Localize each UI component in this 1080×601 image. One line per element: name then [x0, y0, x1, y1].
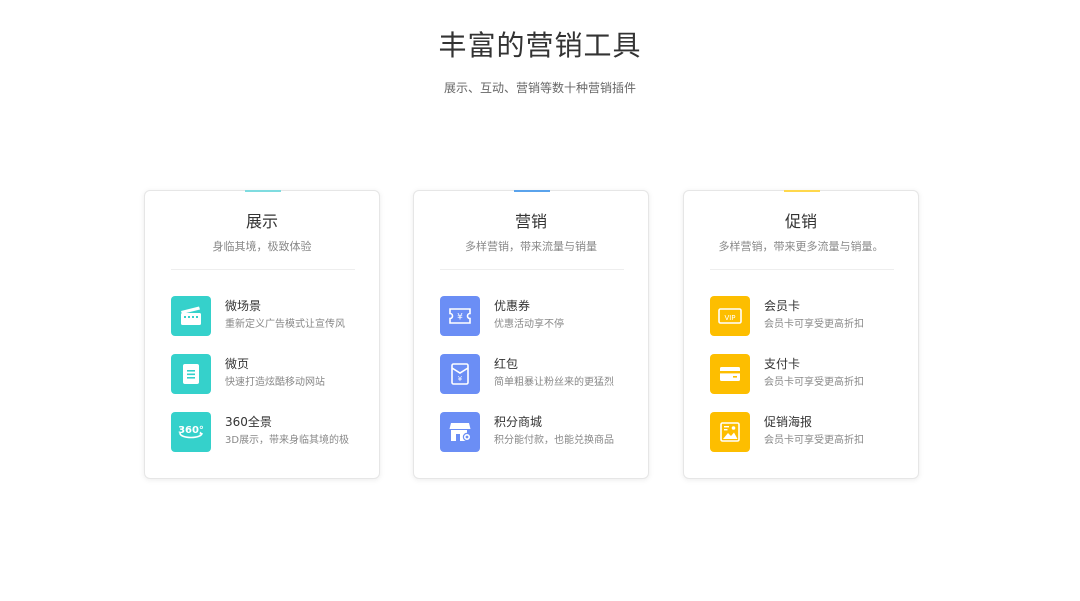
section-title: 丰富的营销工具 [438, 29, 642, 62]
svg-text:¥: ¥ [457, 313, 463, 323]
marketing-tools-section: 丰富的营销工具 展示、互动、营销等数十种营销插件 展示 身临其境，极致体验 微场… [0, 0, 1080, 601]
card-subtitle: 多样营销，带来更多流量与销量。 [718, 240, 884, 253]
feature-name: 会员卡 [764, 299, 801, 313]
vip-card-icon: VIP [710, 296, 750, 336]
svg-text:VIP: VIP [724, 314, 735, 322]
svg-text:¥: ¥ [458, 375, 463, 383]
divider [440, 269, 624, 270]
card-title: 展示 [245, 212, 278, 231]
feature-item-red-envelope[interactable]: ¥ 红包 简单粗暴让粉丝来的更猛烈 [440, 354, 630, 396]
feature-description: 优惠活动享不停 [494, 319, 564, 330]
red-envelope-icon: ¥ [440, 354, 480, 394]
feature-description: 重新定义广告模式让宣传风 [225, 319, 345, 330]
feature-description: 会员卡可享受更高折扣 [764, 377, 864, 388]
card-accent-bar [514, 190, 550, 192]
feature-name: 优惠券 [494, 299, 531, 313]
feature-item-points-mall[interactable]: 积分商城 积分能付款，也能兑换商品 [440, 412, 630, 454]
svg-text:360°: 360° [178, 425, 204, 436]
card-marketing: 营销 多样营销，带来流量与销量 ¥ 优惠券 优惠活动享不停 ¥ 红包 简单粗暴让… [413, 190, 649, 479]
card-display: 展示 身临其境，极致体验 微场景 重新定义广告模式让宣传风 微页 快速打造炫酷移… [144, 190, 380, 479]
poster-icon [710, 412, 750, 452]
store-icon [440, 412, 480, 452]
card-subtitle: 多样营销，带来流量与销量 [465, 240, 597, 253]
divider [710, 269, 894, 270]
feature-description: 3D展示，带来身临其境的极 [225, 435, 350, 446]
feature-description: 快速打造炫酷移动网站 [225, 377, 325, 388]
payment-card-icon [710, 354, 750, 394]
card-accent-bar [245, 190, 281, 192]
feature-item-member-card[interactable]: VIP 会员卡 会员卡可享受更高折扣 [710, 296, 900, 338]
feature-item-micro-page[interactable]: 微页 快速打造炫酷移动网站 [171, 354, 361, 396]
feature-name: 积分商城 [494, 415, 543, 429]
feature-description: 会员卡可享受更高折扣 [764, 435, 864, 446]
divider [171, 269, 355, 270]
feature-item-panorama[interactable]: 360° 360全景 3D展示，带来身临其境的极 [171, 412, 361, 454]
coupon-icon: ¥ [440, 296, 480, 336]
feature-item-promo-poster[interactable]: 促销海报 会员卡可享受更高折扣 [710, 412, 900, 454]
feature-name: 微场景 [225, 299, 262, 313]
feature-description: 简单粗暴让粉丝来的更猛烈 [494, 377, 614, 388]
feature-item-payment-card[interactable]: 支付卡 会员卡可享受更高折扣 [710, 354, 900, 396]
clapperboard-icon [171, 296, 211, 336]
card-title: 促销 [784, 212, 817, 231]
feature-name: 促销海报 [764, 415, 813, 429]
feature-name: 支付卡 [764, 357, 801, 371]
feature-name: 红包 [494, 357, 519, 371]
panorama-360-icon: 360° [171, 412, 211, 452]
feature-item-micro-scene[interactable]: 微场景 重新定义广告模式让宣传风 [171, 296, 361, 338]
card-accent-bar [784, 190, 820, 192]
feature-description: 积分能付款，也能兑换商品 [494, 435, 614, 446]
feature-name: 360全景 [225, 415, 272, 429]
card-subtitle: 身临其境，极致体验 [212, 240, 312, 253]
section-subtitle: 展示、互动、营销等数十种营销插件 [443, 81, 636, 95]
document-icon [171, 354, 211, 394]
card-promotion: 促销 多样营销，带来更多流量与销量。 VIP 会员卡 会员卡可享受更高折扣 支付… [683, 190, 919, 479]
feature-name: 微页 [225, 357, 250, 371]
feature-item-coupon[interactable]: ¥ 优惠券 优惠活动享不停 [440, 296, 630, 338]
feature-description: 会员卡可享受更高折扣 [764, 319, 864, 330]
card-title: 营销 [514, 212, 547, 231]
